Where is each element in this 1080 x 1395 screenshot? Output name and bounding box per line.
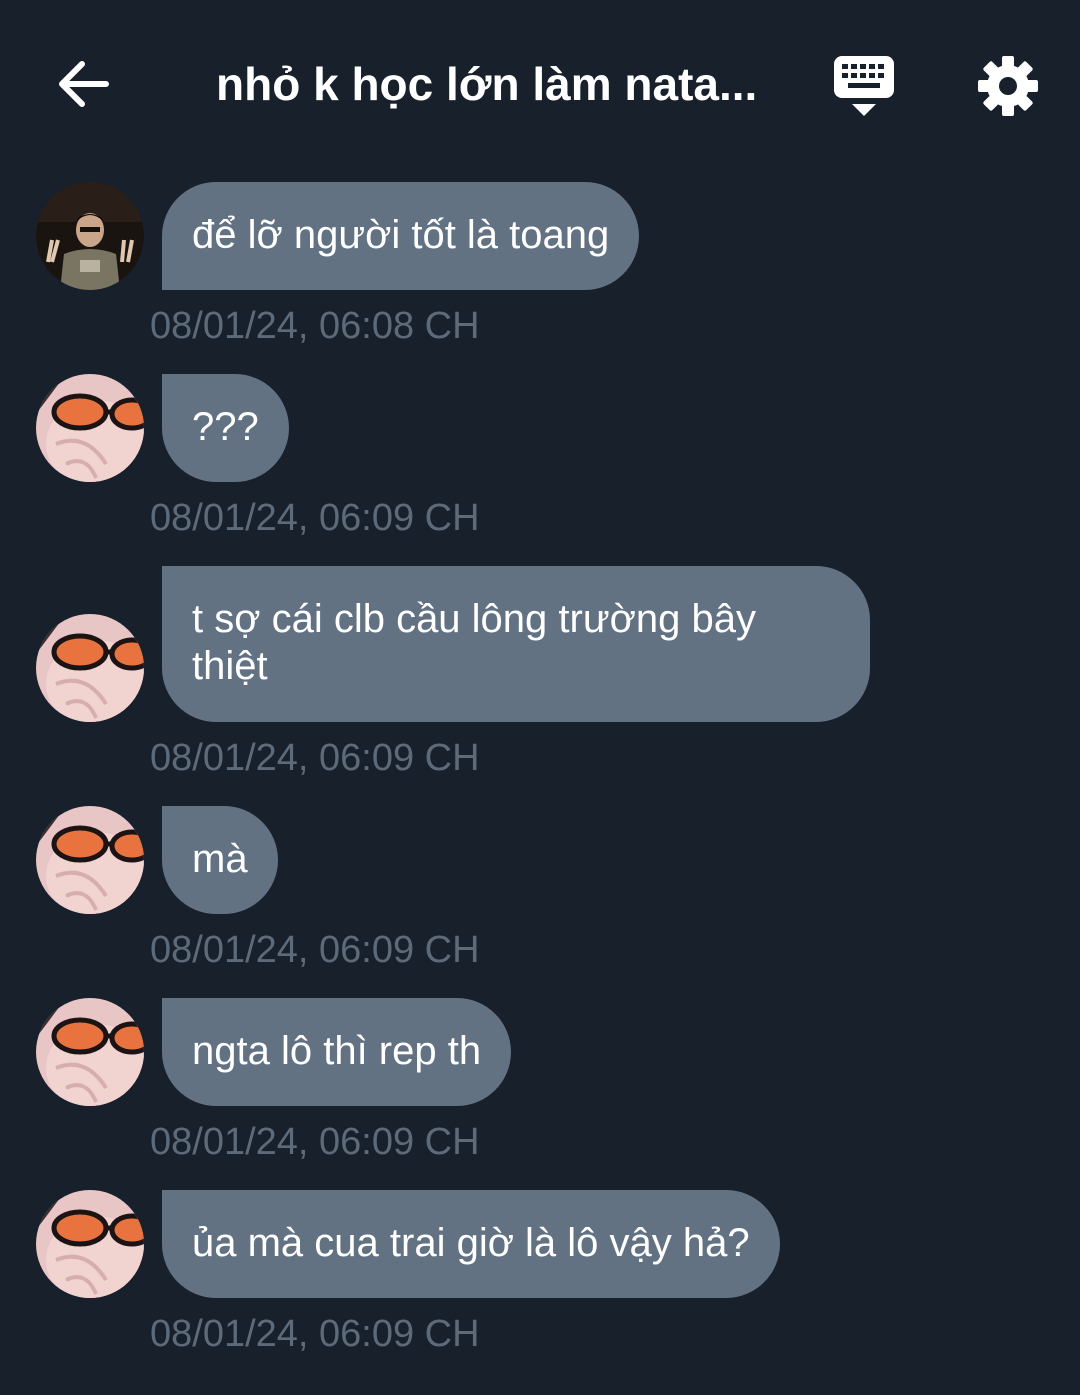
user-avatar[interactable] [36, 374, 144, 482]
message-bubble[interactable]: để lỡ người tốt là toang [162, 182, 640, 290]
message-timestamp: 08/01/24, 06:09 CH [150, 929, 480, 971]
message-text: để lỡ người tốt là toang [192, 213, 610, 257]
gear-icon [978, 56, 1038, 116]
user-avatar[interactable] [36, 806, 144, 914]
message-timestamp: 08/01/24, 06:09 CH [150, 1121, 480, 1163]
message-text: t sợ cái clb cầu lông trường bây thiệt [192, 597, 756, 688]
message-timestamp: 08/01/24, 06:09 CH [150, 1313, 480, 1355]
message-text: mà [192, 837, 248, 881]
message-bubble[interactable]: mà [162, 806, 278, 914]
message-bubble[interactable]: ủa mà cua trai giờ là lô vậy hả? [162, 1190, 780, 1298]
message-bubble[interactable]: t sợ cái clb cầu lông trường bây thiệt [162, 566, 870, 722]
user-avatar[interactable] [36, 614, 144, 722]
message-timestamp: 08/01/24, 06:08 CH [150, 305, 480, 347]
arrow-left-icon [59, 61, 109, 107]
user-avatar[interactable] [36, 998, 144, 1106]
message-text: ủa mà cua trai giờ là lô vậy hả? [192, 1221, 750, 1265]
message-timestamp: 08/01/24, 06:09 CH [150, 497, 480, 539]
message-text: ngta lô thì rep th [192, 1029, 482, 1073]
message-bubble[interactable]: ngta lô thì rep th [162, 998, 512, 1106]
keyboard-toggle-button[interactable] [830, 52, 898, 120]
top-bar: nhỏ k học lớn làm nata... [0, 0, 1080, 168]
message-timestamp: 08/01/24, 06:09 CH [150, 737, 480, 779]
user-avatar[interactable] [36, 1190, 144, 1298]
settings-button[interactable] [974, 52, 1042, 120]
conversation-title: nhỏ k học lớn làm nata... [216, 58, 758, 110]
message-text: ??? [192, 405, 259, 449]
friend-avatar[interactable] [36, 182, 144, 290]
back-button[interactable] [52, 52, 116, 116]
message-bubble[interactable]: ??? [162, 374, 289, 482]
keyboard-icon [834, 56, 894, 116]
